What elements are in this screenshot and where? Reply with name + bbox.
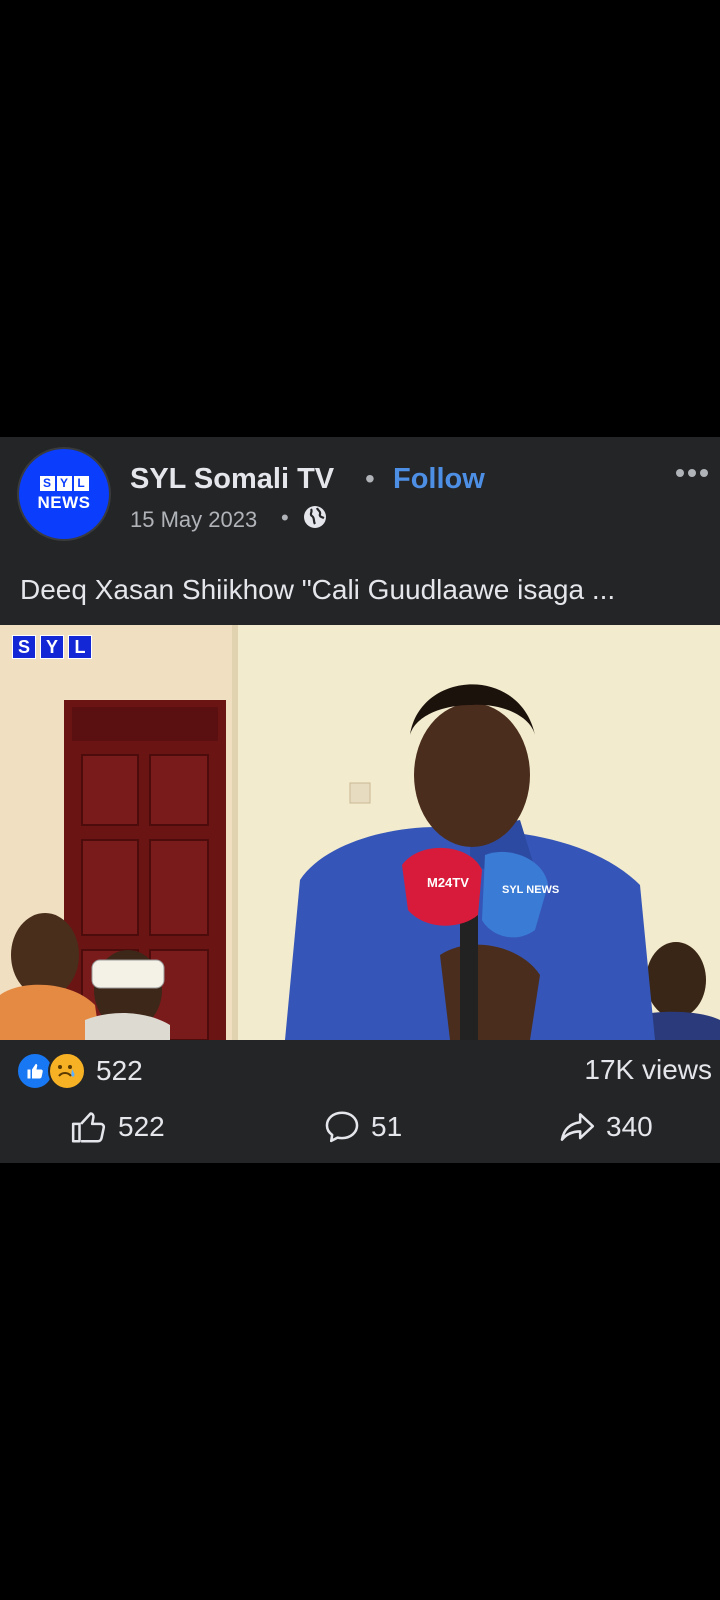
page-name[interactable]: SYL Somali TV bbox=[130, 463, 334, 496]
view-count: 17K views bbox=[584, 1054, 712, 1085]
globe-icon bbox=[304, 506, 326, 528]
video-player[interactable]: M24TV SYL NEWS S Y L bbox=[0, 625, 720, 1040]
video-watermark: S Y L bbox=[12, 635, 92, 659]
reactions-summary[interactable]: 522 bbox=[16, 1052, 143, 1090]
watermark-letter: Y bbox=[40, 635, 64, 659]
comment-icon bbox=[325, 1111, 359, 1143]
share-icon bbox=[560, 1113, 595, 1141]
mic-label-syl: SYL NEWS bbox=[502, 884, 559, 896]
page-avatar[interactable]: S Y L NEWS bbox=[17, 447, 111, 541]
avatar-letter: Y bbox=[56, 475, 72, 491]
like-button[interactable]: 522 bbox=[70, 1108, 165, 1146]
post-card: S Y L NEWS SYL Somali TV • Follow 15 May… bbox=[0, 437, 720, 1163]
more-options-icon[interactable] bbox=[676, 461, 716, 485]
mic-label-m24: M24TV bbox=[427, 875, 469, 890]
watermark-letter: L bbox=[68, 635, 92, 659]
sad-reaction-icon bbox=[48, 1052, 86, 1090]
like-count: 522 bbox=[118, 1111, 165, 1142]
comment-count: 51 bbox=[371, 1111, 403, 1142]
separator-dot: • bbox=[365, 463, 375, 494]
thumbs-up-icon bbox=[71, 1112, 106, 1143]
reaction-summary: 522 17K views bbox=[0, 1040, 720, 1100]
share-button[interactable]: 340 bbox=[558, 1108, 653, 1146]
post-caption[interactable]: Deeq Xasan Shiikhow "Cali Guudlaawe isag… bbox=[20, 574, 700, 606]
avatar-letter: S bbox=[39, 475, 55, 491]
comment-button[interactable]: 51 bbox=[323, 1108, 402, 1146]
action-bar: 522 51 340 bbox=[0, 1100, 720, 1160]
video-frame: M24TV SYL NEWS bbox=[0, 625, 720, 1040]
post-date[interactable]: 15 May 2023 bbox=[130, 507, 257, 533]
separator-dot: • bbox=[281, 505, 289, 530]
avatar-logo-word: NEWS bbox=[37, 492, 91, 512]
share-count: 340 bbox=[606, 1111, 653, 1142]
avatar-letter: L bbox=[73, 475, 89, 491]
watermark-letter: S bbox=[12, 635, 36, 659]
follow-button[interactable]: Follow bbox=[393, 463, 485, 496]
reaction-count: 522 bbox=[96, 1055, 143, 1086]
avatar-logo-letters: S Y L bbox=[39, 475, 89, 491]
